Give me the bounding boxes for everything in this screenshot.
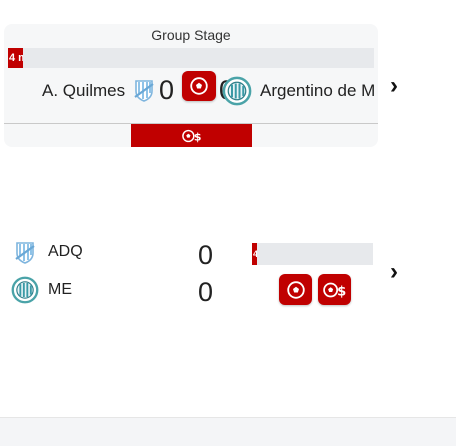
svg-text:$: $ bbox=[337, 284, 346, 299]
away-team-abbr: ME bbox=[48, 281, 72, 298]
match-card-detailed[interactable]: Group Stage 4 m A. Quilmes 0 0 Argentino… bbox=[4, 24, 378, 147]
soccer-ball-dollar-icon: $ bbox=[322, 282, 346, 299]
home-team-name: A. Quilmes bbox=[42, 81, 126, 100]
stage-label: Group Stage bbox=[151, 27, 231, 43]
footer-bar bbox=[0, 417, 456, 446]
argentino-crest-icon bbox=[222, 76, 252, 106]
home-score: 0 bbox=[198, 240, 214, 270]
match-timeline: 4 bbox=[252, 243, 373, 265]
match-events-button[interactable] bbox=[279, 274, 312, 305]
soccer-ball-dollar-icon: $ bbox=[181, 129, 201, 143]
away-score: 0 bbox=[198, 277, 214, 307]
chevron-right-icon[interactable]: › bbox=[390, 260, 398, 284]
scoreline-row: A. Quilmes 0 0 Argentino de M bbox=[4, 71, 378, 108]
home-team-abbr: ADQ bbox=[48, 243, 83, 260]
argentino-crest-icon bbox=[11, 276, 39, 304]
match-progress-fill: 4 m bbox=[8, 48, 23, 68]
home-score: 0 bbox=[159, 75, 175, 105]
soccer-ball-icon bbox=[285, 279, 307, 301]
bet-button[interactable]: $ bbox=[131, 124, 252, 147]
quilmes-crest-icon bbox=[132, 77, 156, 103]
quilmes-crest-icon bbox=[13, 239, 37, 265]
match-timeline: 4 m bbox=[8, 48, 374, 68]
bet-button[interactable]: $ bbox=[318, 274, 351, 305]
match-progress-fill: 4 bbox=[252, 243, 257, 265]
chevron-right-icon[interactable]: › bbox=[390, 74, 398, 98]
soccer-ball-icon bbox=[188, 75, 210, 97]
away-team-name: Argentino de M bbox=[260, 81, 376, 100]
match-events-button[interactable] bbox=[182, 71, 216, 101]
svg-text:$: $ bbox=[193, 130, 201, 143]
